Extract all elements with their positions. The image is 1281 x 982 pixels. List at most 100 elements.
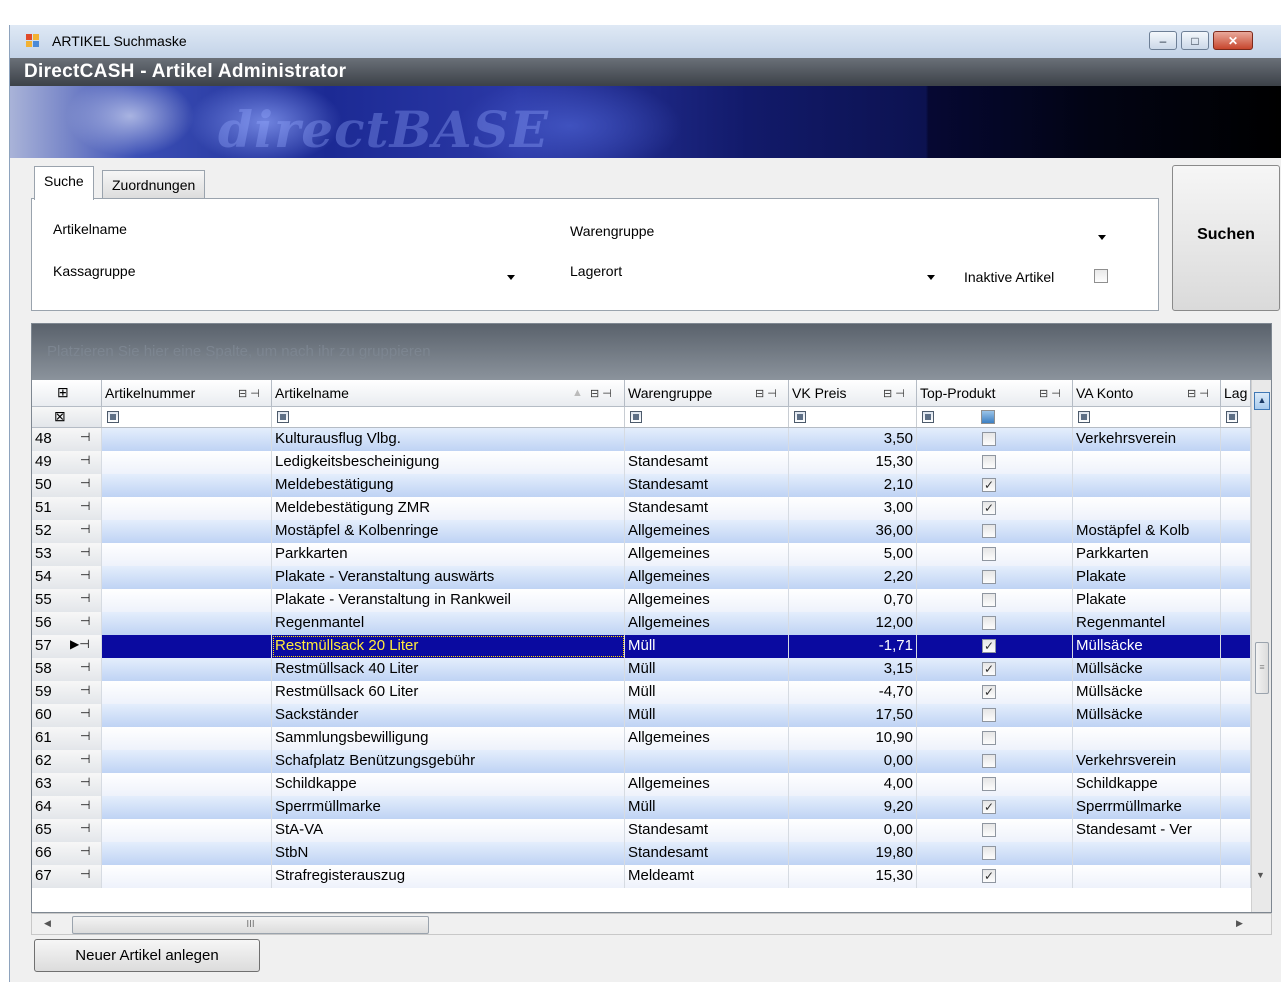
filter-artikelnummer[interactable] <box>102 407 272 427</box>
table-row[interactable]: 55 ⊣ Plakate - Veranstaltung in Rankweil Al… <box>32 589 1251 612</box>
cell-vk-preis[interactable]: 15,30 <box>789 865 917 888</box>
cell-artikelname[interactable]: Meldebestätigung ZMR <box>272 497 625 520</box>
cell-vk-preis[interactable]: 5,00 <box>789 543 917 566</box>
cell-va-konto[interactable] <box>1073 727 1221 750</box>
horizontal-scrollbar[interactable]: ◀ III ▶ <box>31 913 1272 935</box>
table-row[interactable]: 65 ⊣ StA-VA Standesamt 0,00 Standesamt - Ver <box>32 819 1251 842</box>
cell-top-produkt[interactable]: ✓ <box>917 497 1073 520</box>
pin-row-icon[interactable]: ⊣ <box>80 453 90 467</box>
cell-warengruppe[interactable]: Standesamt <box>625 842 789 865</box>
top-produkt-checkbox[interactable] <box>982 777 996 791</box>
top-produkt-checkbox[interactable] <box>982 547 996 561</box>
top-produkt-checkbox[interactable]: ✓ <box>982 685 996 699</box>
cell-top-produkt[interactable] <box>917 566 1073 589</box>
cell-vk-preis[interactable]: 10,90 <box>789 727 917 750</box>
cell-artikelnummer[interactable] <box>102 796 272 819</box>
pin-row-icon[interactable]: ▶⊣ <box>70 637 90 651</box>
cell-lagerort[interactable] <box>1221 543 1251 566</box>
table-row[interactable]: 63 ⊣ Schildkappe Allgemeines 4,00 Schildkappe <box>32 773 1251 796</box>
cell-va-konto[interactable]: Müllsäcke <box>1073 681 1221 704</box>
cell-top-produkt[interactable] <box>917 543 1073 566</box>
pin-row-icon[interactable]: ⊣ <box>80 729 90 743</box>
pin-row-icon[interactable]: ⊣ <box>80 798 90 812</box>
cell-top-produkt[interactable] <box>917 704 1073 727</box>
cell-artikelnummer[interactable] <box>102 612 272 635</box>
filter-operator-icon[interactable] <box>922 411 934 423</box>
cell-va-konto[interactable] <box>1073 865 1221 888</box>
cell-lagerort[interactable] <box>1221 612 1251 635</box>
top-produkt-checkbox[interactable] <box>982 570 996 584</box>
top-produkt-checkbox[interactable] <box>982 846 996 860</box>
table-row[interactable]: 50 ⊣ Meldebestätigung Standesamt 2,10 ✓ <box>32 474 1251 497</box>
pin-row-icon[interactable]: ⊣ <box>80 844 90 858</box>
cell-warengruppe[interactable] <box>625 428 789 451</box>
row-header[interactable]: 57 ▶⊣ <box>32 635 102 658</box>
cell-vk-preis[interactable]: 17,50 <box>789 704 917 727</box>
filter-operator-icon[interactable] <box>1226 411 1238 423</box>
row-header[interactable]: 64 ⊣ <box>32 796 102 819</box>
cell-top-produkt[interactable] <box>917 589 1073 612</box>
cell-warengruppe[interactable]: Allgemeines <box>625 520 789 543</box>
filter-operator-icon[interactable] <box>1078 411 1090 423</box>
top-produkt-checkbox[interactable] <box>982 823 996 837</box>
group-by-panel[interactable]: Platzieren Sie hier eine Spalte, um nach… <box>32 324 1271 380</box>
filter-warengruppe[interactable] <box>625 407 789 427</box>
row-header[interactable]: 56 ⊣ <box>32 612 102 635</box>
cell-va-konto[interactable] <box>1073 497 1221 520</box>
scroll-left-icon[interactable]: ◀ <box>44 918 51 929</box>
table-row[interactable]: 62 ⊣ Schafplatz Benützungsgebühr 0,00 Verkeh… <box>32 750 1251 773</box>
table-row[interactable]: 51 ⊣ Meldebestätigung ZMR Standesamt 3,00 ✓ <box>32 497 1251 520</box>
cell-lagerort[interactable] <box>1221 681 1251 704</box>
cell-top-produkt[interactable] <box>917 750 1073 773</box>
cell-lagerort[interactable] <box>1221 589 1251 612</box>
row-header[interactable]: 61 ⊣ <box>32 727 102 750</box>
minimize-button[interactable]: – <box>1149 31 1177 50</box>
row-header[interactable]: 54 ⊣ <box>32 566 102 589</box>
cell-vk-preis[interactable]: 2,10 <box>789 474 917 497</box>
inaktive-artikel-checkbox[interactable] <box>1094 269 1108 283</box>
table-row[interactable]: 52 ⊣ Mostäpfel & Kolbenringe Allgemeines 36,… <box>32 520 1251 543</box>
cell-lagerort[interactable] <box>1221 773 1251 796</box>
hscroll-thumb[interactable]: III <box>72 916 429 934</box>
filter-operator-icon[interactable] <box>107 411 119 423</box>
top-produkt-checkbox[interactable]: ✓ <box>982 501 996 515</box>
cell-warengruppe[interactable]: Müll <box>625 635 789 658</box>
cell-top-produkt[interactable]: ✓ <box>917 658 1073 681</box>
pin-row-icon[interactable]: ⊣ <box>80 568 90 582</box>
row-header[interactable]: 67 ⊣ <box>32 865 102 888</box>
maximize-button[interactable]: □ <box>1181 31 1209 50</box>
filter-operator-icon[interactable] <box>630 411 642 423</box>
kassagruppe-dropdown-icon[interactable] <box>507 275 515 280</box>
top-produkt-checkbox[interactable] <box>982 708 996 722</box>
column-header-artikelnummer[interactable]: Artikelnummer ⊟ ⊣ <box>102 380 272 407</box>
cell-vk-preis[interactable]: 3,50 <box>789 428 917 451</box>
cell-top-produkt[interactable] <box>917 612 1073 635</box>
table-row[interactable]: 61 ⊣ Sammlungsbewilligung Allgemeines 10,90 <box>32 727 1251 750</box>
cell-artikelnummer[interactable] <box>102 773 272 796</box>
cell-artikelname[interactable]: Sammlungsbewilligung <box>272 727 625 750</box>
row-header[interactable]: 49 ⊣ <box>32 451 102 474</box>
pin-column-icon[interactable]: ⊟ ⊣ <box>755 387 777 400</box>
table-row[interactable]: 49 ⊣ Ledigkeitsbescheinigung Standesamt 15,3… <box>32 451 1251 474</box>
cell-va-konto[interactable]: Verkehrsverein <box>1073 428 1221 451</box>
cell-artikelnummer[interactable] <box>102 750 272 773</box>
table-row[interactable]: 56 ⊣ Regenmantel Allgemeines 12,00 Regenmante… <box>32 612 1251 635</box>
cell-warengruppe[interactable]: Müll <box>625 704 789 727</box>
pin-column-icon[interactable]: ⊟ ⊣ <box>1187 387 1209 400</box>
top-produkt-checkbox[interactable] <box>982 455 996 469</box>
table-row[interactable]: 54 ⊣ Plakate - Veranstaltung auswärts Allge… <box>32 566 1251 589</box>
row-header[interactable]: 50 ⊣ <box>32 474 102 497</box>
top-produkt-checkbox[interactable]: ✓ <box>982 639 996 653</box>
cell-va-konto[interactable] <box>1073 451 1221 474</box>
cell-warengruppe[interactable]: Müll <box>625 681 789 704</box>
column-header-lagerort[interactable]: Lag <box>1221 380 1251 407</box>
cell-artikelname[interactable]: Regenmantel <box>272 612 625 635</box>
cell-va-konto[interactable]: Müllsäcke <box>1073 658 1221 681</box>
cell-warengruppe[interactable]: Allgemeines <box>625 773 789 796</box>
cell-artikelname[interactable]: Parkkarten <box>272 543 625 566</box>
row-header[interactable]: 52 ⊣ <box>32 520 102 543</box>
tab-suche[interactable]: Suche <box>34 166 94 200</box>
row-header[interactable]: 59 ⊣ <box>32 681 102 704</box>
cell-top-produkt[interactable]: ✓ <box>917 865 1073 888</box>
cell-top-produkt[interactable] <box>917 451 1073 474</box>
